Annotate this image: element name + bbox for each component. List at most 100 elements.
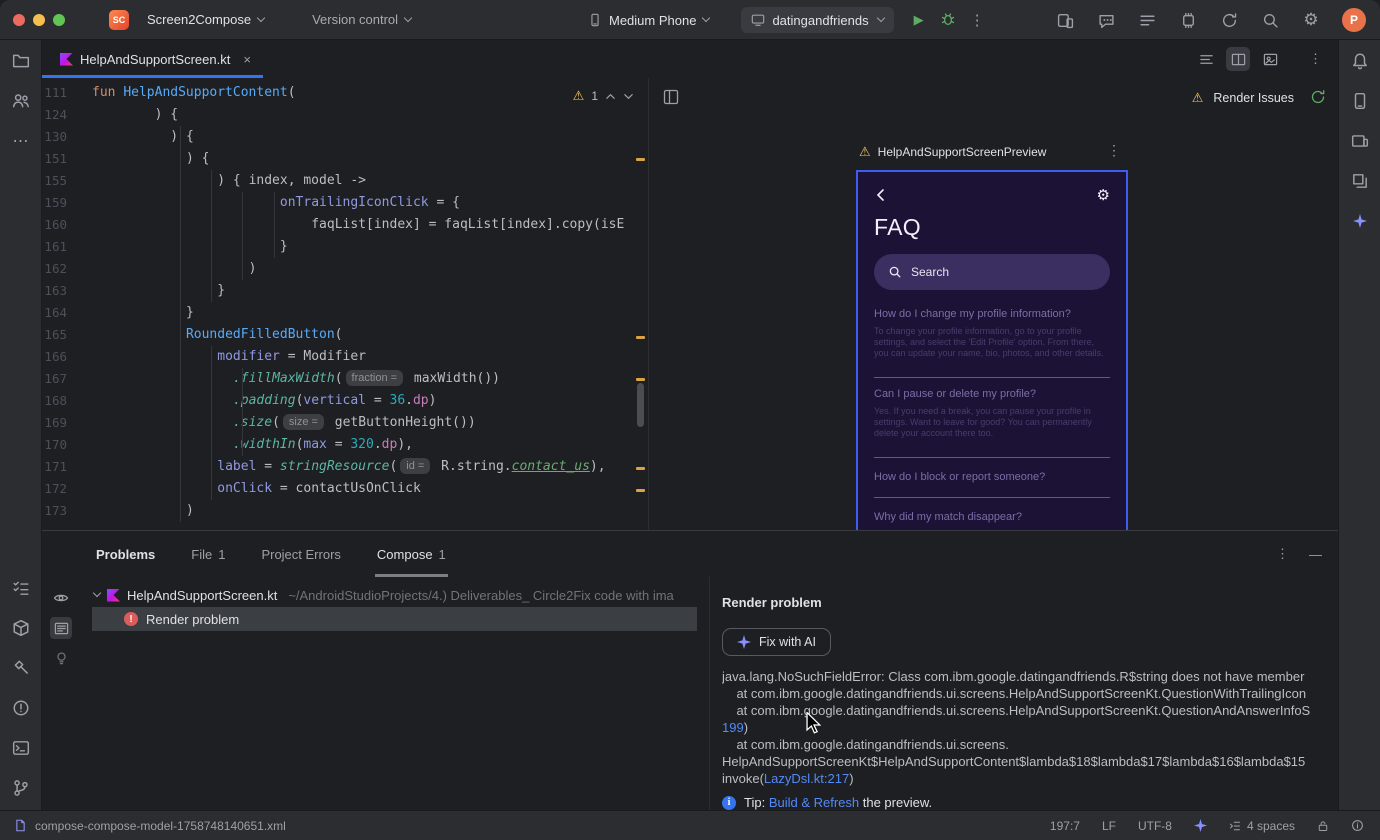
layout-inspector-icon[interactable]	[1348, 169, 1372, 193]
back-arrow-icon[interactable]	[874, 188, 888, 202]
build-refresh-link[interactable]: Build & Refresh	[769, 795, 859, 810]
search-icon[interactable]	[1260, 10, 1280, 30]
device-selector[interactable]: Medium Phone	[578, 7, 719, 33]
fix-with-ai-button[interactable]: Fix with AI	[722, 628, 831, 656]
warning-stripe-mark[interactable]	[636, 378, 645, 381]
code-line[interactable]: 172 onClick = contactUsOnClick	[42, 478, 648, 500]
panel-options-kebab[interactable]: ⋮	[1276, 546, 1289, 562]
code-line[interactable]: 159 onTrailingIconClick = {	[42, 192, 648, 214]
run-button[interactable]: ▶	[914, 12, 924, 28]
warning-stripe-mark[interactable]	[636, 467, 645, 470]
task-list-icon[interactable]	[1137, 10, 1157, 30]
checklist-icon[interactable]	[9, 576, 33, 600]
split-view-button[interactable]	[1226, 47, 1250, 71]
code-line[interactable]: 161}	[42, 236, 648, 258]
ai-chat-icon[interactable]	[1096, 10, 1116, 30]
faq-item[interactable]: How do I block or report someone?	[874, 458, 1110, 498]
code-line[interactable]: 155) { index, model ->	[42, 170, 648, 192]
editor-options-kebab[interactable]: ⋮	[1309, 40, 1322, 78]
code-line[interactable]: 111 fun HelpAndSupportContent(	[42, 82, 648, 104]
close-window-button[interactable]	[13, 13, 25, 26]
preview-eye-icon[interactable]	[50, 587, 72, 609]
bottom-tab-file[interactable]: File 1	[191, 531, 225, 577]
suggestions-bulb-icon[interactable]	[50, 647, 72, 669]
code-line[interactable]: 170 .widthIn(max = 320.dp),	[42, 434, 648, 456]
user-avatar[interactable]: P	[1342, 8, 1366, 32]
preview-options-kebab[interactable]: ⋮	[1107, 142, 1121, 159]
version-control-menu[interactable]: Version control	[302, 7, 421, 33]
code-line[interactable]: 163}	[42, 280, 648, 302]
more-run-options-button[interactable]: ⋮	[962, 11, 993, 29]
lock-icon[interactable]	[1317, 820, 1329, 832]
zoom-window-button[interactable]	[53, 13, 65, 26]
code-line[interactable]: 166 modifier = Modifier	[42, 346, 648, 368]
gemini-icon[interactable]	[1348, 209, 1372, 233]
inspections-widget[interactable]: ⚠ 1	[568, 86, 638, 106]
phone-search-bar[interactable]: Search	[874, 254, 1110, 290]
run-configuration-selector[interactable]: datingandfriends	[741, 7, 894, 33]
package-icon[interactable]	[9, 616, 33, 640]
faq-item[interactable]: How do I change my profile information? T…	[874, 298, 1110, 378]
notifications-bell-icon[interactable]	[1348, 49, 1372, 73]
stack-trace-link[interactable]: 199	[722, 720, 744, 735]
profiler-icon[interactable]	[1178, 10, 1198, 30]
warning-stripe-mark[interactable]	[636, 158, 645, 161]
previous-warning-icon[interactable]	[605, 91, 616, 102]
bottom-tab-project-errors[interactable]: Project Errors	[261, 531, 340, 577]
code-line[interactable]: 171 label = stringResource(id = R.string.…	[42, 456, 648, 478]
code-line[interactable]: 168 .padding(vertical = 36.dp)	[42, 390, 648, 412]
collaborators-icon[interactable]	[9, 89, 33, 113]
status-info-icon[interactable]	[1351, 819, 1364, 832]
warning-stripe-mark[interactable]	[636, 336, 645, 339]
code-line[interactable]: 167 .fillMaxWidth(fraction = maxWidth())	[42, 368, 648, 390]
file-encoding[interactable]: UTF-8	[1138, 819, 1172, 833]
render-problem-row[interactable]: ! Render problem	[92, 607, 697, 631]
more-tool-windows-icon[interactable]: ⋯	[9, 129, 33, 153]
code-view-button[interactable]	[1194, 47, 1218, 71]
code-line[interactable]: 169 .size(size = getButtonHeight())	[42, 412, 648, 434]
device-mirroring-icon[interactable]	[1055, 10, 1075, 30]
terminal-icon[interactable]	[9, 736, 33, 760]
editor-tab-helpandsupportscreen[interactable]: HelpAndSupportScreen.kt ×	[42, 40, 263, 78]
editor-scrollbar[interactable]	[637, 383, 644, 427]
project-menu[interactable]: Screen2Compose	[137, 7, 274, 33]
project-folder-icon[interactable]	[9, 49, 33, 73]
hide-panel-icon[interactable]: —	[1309, 547, 1322, 562]
code-line[interactable]: 173)	[42, 500, 648, 522]
code-editor[interactable]: 111 fun HelpAndSupportContent(124) {130) …	[42, 78, 648, 530]
debug-button[interactable]	[940, 11, 956, 30]
status-file[interactable]: compose-compose-model-1758748140651.xml	[0, 819, 286, 833]
ai-status-sparkle-icon[interactable]	[1193, 819, 1207, 832]
device-manager-icon[interactable]	[1348, 89, 1372, 113]
phone-preview[interactable]: ⚙ FAQ Search How do I change my profile …	[856, 170, 1128, 530]
code-line[interactable]: 160 faqList[index] = faqList[index].copy(…	[42, 214, 648, 236]
faq-item[interactable]: Why did my match disappear?	[874, 498, 1110, 530]
build-hammer-icon[interactable]	[9, 656, 33, 680]
bottom-tab-problems[interactable]: Problems	[96, 531, 155, 577]
details-view-icon[interactable]	[50, 617, 72, 639]
code-line[interactable]: 124) {	[42, 104, 648, 126]
caret-position[interactable]: 197:7	[1050, 819, 1080, 833]
indent-setting[interactable]: 4 spaces	[1229, 819, 1295, 833]
bottom-tab-compose[interactable]: Compose 1	[374, 531, 448, 577]
settings-gear-icon[interactable]: ⚙	[1301, 10, 1321, 30]
problems-tree-file-row[interactable]: HelpAndSupportScreen.kt ~/AndroidStudioP…	[80, 583, 709, 607]
expanded-chevron-icon[interactable]	[92, 588, 102, 598]
problems-icon[interactable]	[9, 696, 33, 720]
code-line[interactable]: 164}	[42, 302, 648, 324]
running-devices-icon[interactable]	[1348, 129, 1372, 153]
next-warning-icon[interactable]	[623, 91, 634, 102]
git-branch-icon[interactable]	[9, 776, 33, 800]
minimize-window-button[interactable]	[33, 13, 45, 26]
code-line[interactable]: 151) {	[42, 148, 648, 170]
warning-stripe-mark[interactable]	[636, 489, 645, 492]
close-tab-icon[interactable]: ×	[243, 52, 251, 67]
preview-layout-icon[interactable]	[663, 89, 679, 108]
faq-item[interactable]: Can I pause or delete my profile? Yes. If…	[874, 378, 1110, 458]
sync-icon[interactable]	[1219, 10, 1239, 30]
preview-title-row[interactable]: ⚠ HelpAndSupportScreenPreview	[859, 144, 1046, 160]
stack-trace-link[interactable]: LazyDsl.kt:217	[764, 771, 849, 786]
line-separator[interactable]: LF	[1102, 819, 1116, 833]
code-line[interactable]: 130) {	[42, 126, 648, 148]
phone-settings-gear-icon[interactable]: ⚙	[1097, 186, 1110, 204]
